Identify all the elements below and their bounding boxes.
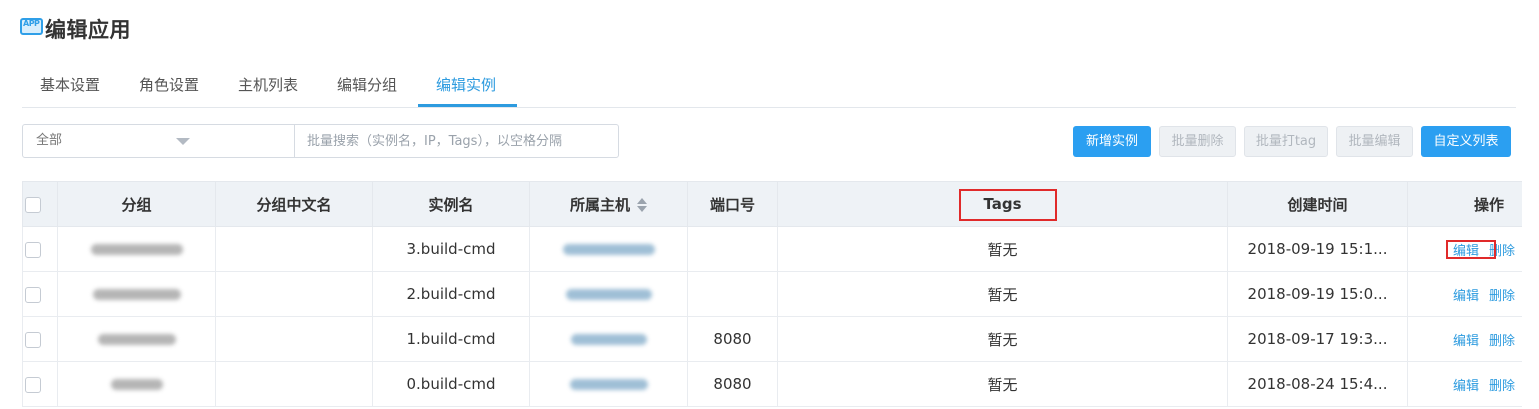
- row-checkbox[interactable]: [25, 331, 41, 348]
- actions-cell: 编辑 删除: [1407, 271, 1522, 317]
- delete-link[interactable]: 删除: [1489, 334, 1515, 349]
- table-row: 2.build-cmd 暂无 2018-09-19 15:0... 编辑 删除: [22, 271, 1522, 317]
- redacted-text: [97, 334, 176, 345]
- tab-edit-group[interactable]: 编辑分组: [337, 74, 397, 95]
- column-header-group: 分组: [57, 181, 216, 227]
- instance-name-cell: 1.build-cmd: [372, 316, 530, 362]
- tags-highlight-box: [959, 189, 1057, 221]
- row-checkbox-cell: [22, 271, 58, 317]
- column-header-host-label: 所属主机: [569, 195, 630, 214]
- table-row: 0.build-cmd 8080 暂无 2018-08-24 15:4... 编…: [22, 361, 1522, 407]
- created-time-cell: 2018-09-19 15:1...: [1227, 226, 1408, 272]
- select-all-checkbox[interactable]: [25, 196, 41, 213]
- batch-delete-button[interactable]: 批量删除: [1159, 126, 1236, 157]
- instance-name-cell: 2.build-cmd: [372, 271, 530, 317]
- column-header-group-cn-name: 分组中文名: [215, 181, 373, 227]
- host-cell-redacted[interactable]: [529, 361, 688, 407]
- batch-tag-button[interactable]: 批量打tag: [1244, 126, 1328, 157]
- table-header-row: 分组 分组中文名 实例名 所属主机 端口号 Tags 创建时间 操作: [22, 181, 1522, 227]
- redacted-host: [569, 379, 648, 390]
- row-checkbox-cell: [22, 316, 58, 362]
- created-time-cell: 2018-08-24 15:4...: [1227, 361, 1408, 407]
- actions-cell: 编辑 删除: [1407, 316, 1522, 362]
- group-cell-redacted: [57, 316, 216, 362]
- column-header-actions: 操作: [1407, 181, 1522, 227]
- redacted-host: [562, 244, 655, 255]
- group-cn-name-cell: [215, 361, 373, 407]
- group-cn-name-cell: [215, 226, 373, 272]
- page-header: APP 编辑应用: [20, 12, 131, 46]
- page-title: 编辑应用: [45, 18, 131, 42]
- redacted-host: [570, 334, 647, 345]
- group-filter-value: 全部: [36, 133, 63, 148]
- table-row: 3.build-cmd 暂无 2018-09-19 15:1... 编辑 删除: [22, 226, 1522, 272]
- select-all-cell: [22, 181, 58, 227]
- table-row: 1.build-cmd 8080 暂无 2018-09-17 19:3... 编…: [22, 316, 1522, 362]
- tags-cell: 暂无: [777, 316, 1228, 362]
- sort-icon[interactable]: [637, 198, 647, 212]
- group-cell-redacted: [57, 271, 216, 317]
- redacted-text: [110, 379, 163, 390]
- tab-role-settings[interactable]: 角色设置: [139, 74, 199, 95]
- edit-highlight-box: [1446, 240, 1496, 259]
- tags-cell: 暂无: [777, 271, 1228, 317]
- new-instance-button[interactable]: 新增实例: [1073, 126, 1151, 157]
- batch-search-input[interactable]: [294, 124, 619, 158]
- port-cell: 8080: [687, 316, 778, 362]
- active-tab-indicator: [418, 104, 517, 107]
- column-header-instance-name: 实例名: [372, 181, 530, 227]
- tags-cell: 暂无: [777, 361, 1228, 407]
- redacted-text: [90, 244, 183, 255]
- tab-edit-instance[interactable]: 编辑实例: [436, 74, 496, 95]
- redacted-host: [565, 289, 652, 300]
- tab-host-list[interactable]: 主机列表: [238, 74, 298, 95]
- edit-link[interactable]: 编辑: [1453, 289, 1479, 304]
- port-cell: 8080: [687, 361, 778, 407]
- row-checkbox-cell: [22, 361, 58, 407]
- host-cell-redacted[interactable]: [529, 271, 688, 317]
- tab-bar: 基本设置 角色设置 主机列表 编辑分组 编辑实例: [22, 62, 1516, 108]
- row-checkbox[interactable]: [25, 241, 41, 258]
- row-checkbox-cell: [22, 226, 58, 272]
- chevron-down-icon: [176, 138, 190, 145]
- group-filter-select[interactable]: 全部: [22, 124, 295, 158]
- host-cell-redacted[interactable]: [529, 226, 688, 272]
- created-time-cell: 2018-09-19 15:0...: [1227, 271, 1408, 317]
- group-cn-name-cell: [215, 316, 373, 362]
- column-header-port: 端口号: [687, 181, 778, 227]
- tags-cell: 暂无: [777, 226, 1228, 272]
- row-checkbox[interactable]: [25, 376, 41, 393]
- host-cell-redacted[interactable]: [529, 316, 688, 362]
- group-cn-name-cell: [215, 271, 373, 317]
- tab-basic-settings[interactable]: 基本设置: [40, 74, 100, 95]
- created-time-cell: 2018-09-17 19:3...: [1227, 316, 1408, 362]
- column-header-created-time: 创建时间: [1227, 181, 1408, 227]
- instance-name-cell: 3.build-cmd: [372, 226, 530, 272]
- instance-table: 分组 分组中文名 实例名 所属主机 端口号 Tags 创建时间 操作 3.bui…: [22, 181, 1522, 409]
- delete-link[interactable]: 删除: [1489, 379, 1515, 394]
- instance-name-cell: 0.build-cmd: [372, 361, 530, 407]
- delete-link[interactable]: 删除: [1489, 289, 1515, 304]
- column-header-host[interactable]: 所属主机: [529, 181, 688, 227]
- actions-cell: 编辑 删除: [1407, 361, 1522, 407]
- port-cell: [687, 226, 778, 272]
- edit-link[interactable]: 编辑: [1453, 334, 1479, 349]
- batch-edit-button[interactable]: 批量编辑: [1336, 126, 1413, 157]
- custom-columns-button[interactable]: 自定义列表: [1421, 126, 1511, 157]
- redacted-text: [92, 289, 181, 300]
- group-cell-redacted: [57, 361, 216, 407]
- port-cell: [687, 271, 778, 317]
- app-icon: APP: [20, 17, 43, 35]
- row-checkbox[interactable]: [25, 286, 41, 303]
- group-cell-redacted: [57, 226, 216, 272]
- edit-link[interactable]: 编辑: [1453, 379, 1479, 394]
